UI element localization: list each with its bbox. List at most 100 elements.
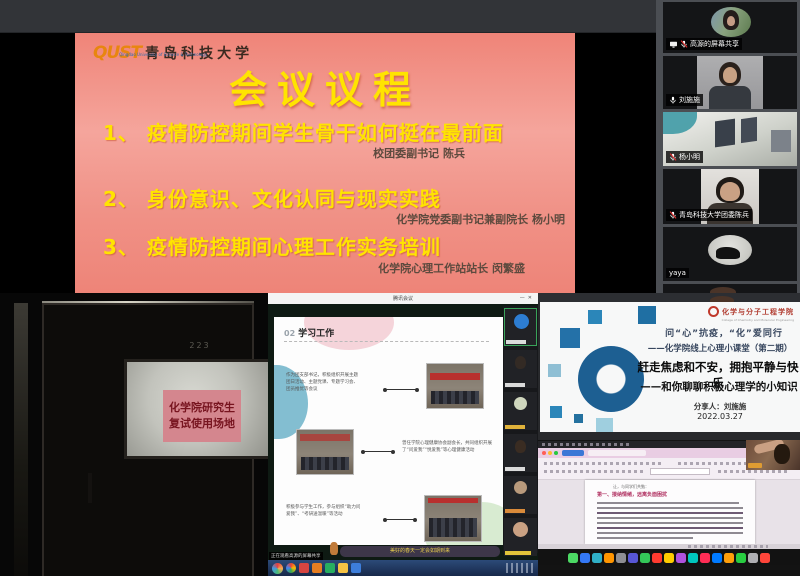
university-name-en: Qingdao University of Science & Technolo… (119, 52, 207, 57)
mini-tile (504, 392, 537, 430)
mic-icon (669, 96, 677, 104)
agenda-item-1: 1、 疫情防控期间学生骨干如何挺在最前面 (103, 117, 563, 146)
dock-icon[interactable] (664, 553, 674, 563)
divider (284, 341, 489, 342)
square-graphic (560, 328, 580, 348)
connector-line (364, 451, 392, 452)
start-button[interactable] (272, 563, 283, 574)
zoom-icon[interactable] (554, 451, 558, 455)
font-selector[interactable] (650, 468, 710, 475)
participant-tile-yangxiaoming[interactable]: 杨小明 (663, 112, 797, 166)
dock-icon[interactable] (724, 553, 734, 563)
shared-slide-text-3: 积极参与学生工作，参与组织“助力问爱我”、“考研送温暖”等活动 (286, 505, 364, 519)
square-graphic (638, 306, 656, 324)
psychology-slide-feed[interactable]: 化学与分子工程学院 College of Chemistry and Molec… (538, 293, 800, 440)
folder-icon[interactable] (338, 563, 348, 573)
screen-share-icon (669, 41, 678, 48)
dock-icon[interactable] (592, 553, 602, 563)
presenter-silhouette (774, 444, 790, 464)
slide-date: 2022.03.27 (650, 412, 790, 421)
connector-line (386, 389, 416, 390)
dock-icon[interactable] (676, 553, 686, 563)
minimize-icon[interactable] (548, 451, 552, 455)
participant-video (697, 56, 763, 109)
dock-icon[interactable] (640, 553, 650, 563)
document-page: 让，与同学们共勉： 第一、接纳情绪，远离负面困扰 (585, 480, 755, 544)
stage-top-bar (0, 0, 656, 33)
door-window: 化学院研究生 复试使用场地 (124, 359, 268, 459)
dock-icon[interactable] (700, 553, 710, 563)
taskbar-icon[interactable] (299, 563, 309, 573)
taskbar-icon[interactable] (325, 563, 335, 573)
dock-icon[interactable] (568, 553, 578, 563)
dock-icon[interactable] (628, 553, 638, 563)
taskbar-icon[interactable] (351, 563, 361, 573)
close-icon[interactable] (542, 451, 546, 455)
document-share-feed[interactable]: 让，与同学们共勉： 第一、接纳情绪，远离负面困扰 (538, 440, 800, 576)
browser-icon[interactable] (286, 563, 296, 573)
system-tray (506, 563, 536, 573)
presenter-camera-overlay[interactable] (746, 440, 800, 470)
document-statusbar (538, 544, 800, 549)
mini-tile (504, 476, 537, 514)
taskbar-icon[interactable] (312, 563, 322, 573)
participant-tile-partial[interactable] (663, 284, 797, 293)
dock-icon[interactable] (688, 553, 698, 563)
agenda-speaker-1: 校团委副书记 陈兵 (295, 145, 465, 161)
donut-graphic (578, 346, 644, 412)
mic-muted-icon (680, 40, 688, 48)
dock-icon[interactable] (652, 553, 662, 563)
square-graphic (548, 364, 561, 377)
slide-line-4: ——和你聊聊积极心理学的小知识 (638, 379, 800, 394)
connector-line (386, 519, 414, 520)
room-number: 223 (124, 341, 268, 350)
door: 223 化学院研究生 复试使用场地 (42, 303, 254, 576)
participant-name-label: 刘施施 (666, 94, 703, 106)
participants-sidebar: 高源的屏幕共享 刘施施 杨小明 (656, 0, 800, 293)
dock-icon[interactable] (712, 553, 722, 563)
square-graphic (588, 310, 602, 324)
participant-tile-chenbing[interactable]: 青岛科技大学团委陈兵 (663, 169, 797, 224)
agenda-slide: QUST 青岛科技大学 Qingdao University of Scienc… (75, 33, 575, 293)
active-tab[interactable] (562, 450, 584, 456)
dock-icon[interactable] (760, 553, 770, 563)
participant-tile-yaya[interactable]: yaya (663, 227, 797, 281)
caption-mascot (330, 542, 338, 555)
square-graphic (550, 406, 562, 418)
screen-share-video-feed[interactable]: 腾讯会议 —✕ 02学习工作 作为团支部书记，积极组织开展主题团日活动、主题党课… (268, 293, 538, 576)
slide-line-2: ——化学院线上心理小课堂（第二期） (640, 342, 800, 354)
activity-photo-2 (296, 429, 354, 475)
window-controls: —✕ (520, 295, 535, 301)
shared-window-title: 腾讯会议 (268, 295, 538, 302)
door-video-feed[interactable]: 223 化学院研究生 复试使用场地 (0, 293, 268, 576)
door-sign: 化学院研究生 复试使用场地 (163, 390, 241, 442)
minimize-icon[interactable]: — (520, 295, 528, 301)
participant-tile-liushishi[interactable]: 刘施施 (663, 56, 797, 109)
windows-taskbar (268, 560, 538, 576)
shared-slide-heading: 02学习工作 (284, 326, 334, 339)
document-area: 让，与同学们共勉： 第一、接纳情绪，远离负面困扰 (538, 480, 800, 544)
dock-icon[interactable] (736, 553, 746, 563)
close-icon[interactable]: ✕ (528, 295, 535, 301)
agenda-item-3: 3、 疫情防控期间心理工作实务培训 (103, 231, 563, 260)
main-shared-screen[interactable]: QUST 青岛科技大学 Qingdao University of Scienc… (0, 33, 656, 293)
avatar (708, 235, 752, 265)
shared-slide-text-2: 曾任学院心理健康协会副会长，共同组织开展了“问爱我”“悦爱我”等心理健康活动 (402, 441, 492, 455)
mini-tile (504, 308, 537, 346)
shared-slide-text-1: 作为团支部书记，积极组织开展主题团日活动、主题党课、专题学习会、团员推优等会议 (286, 373, 358, 393)
watching-share-label: 正在观看高源的屏幕共享 (269, 552, 323, 560)
dock-icon[interactable] (604, 553, 614, 563)
participant-tile-gaoyuan[interactable]: 高源的屏幕共享 (663, 2, 797, 53)
sharing-badge (748, 463, 762, 468)
college-logo: 化学与分子工程学院 (708, 306, 794, 317)
shared-participant-strip (503, 306, 538, 553)
slide-title: 会议议程 (75, 59, 575, 114)
document-intro-line: 让，与同学们共勉： (613, 484, 649, 490)
participant-name-label: yaya (666, 268, 689, 278)
dock-icon[interactable] (580, 553, 590, 563)
activity-photo-3 (424, 495, 482, 542)
dock-icon[interactable] (748, 553, 758, 563)
document-tab[interactable] (588, 450, 646, 456)
dock-icon[interactable] (616, 553, 626, 563)
mic-muted-icon (669, 211, 677, 219)
